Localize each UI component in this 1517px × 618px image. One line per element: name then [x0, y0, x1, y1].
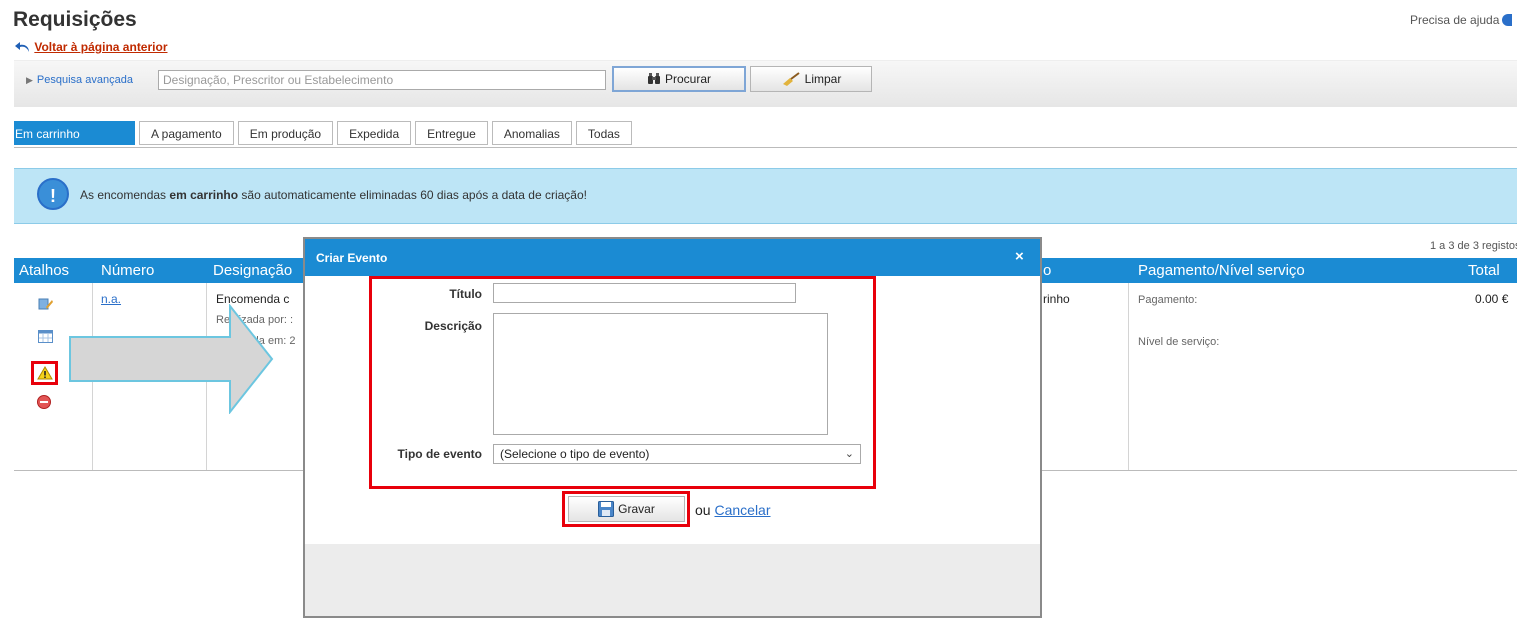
broom-icon: [782, 72, 800, 86]
tab-expedida[interactable]: Expedida: [337, 121, 412, 145]
tab-em-producao[interactable]: Em produção: [237, 121, 334, 145]
dialog-header: [305, 239, 1040, 276]
advanced-search-label[interactable]: Pesquisa avançada: [37, 74, 133, 86]
notice-text-before: As encomendas: [80, 188, 170, 202]
col-total: Total: [1468, 262, 1500, 279]
col-shortcuts: Atalhos: [19, 262, 70, 279]
order-total: 0.00 €: [1475, 292, 1509, 306]
save-button[interactable]: Gravar: [568, 496, 685, 522]
exclamation-icon: !: [37, 178, 69, 210]
description-textarea[interactable]: [493, 313, 828, 435]
search-input[interactable]: Designação, Prescritor ou Estabeleciment…: [158, 70, 606, 90]
col-payment: Pagamento/Nível serviço: [1138, 262, 1305, 279]
help-icon[interactable]: [1502, 14, 1513, 26]
col-state: o: [1043, 262, 1052, 279]
create-event-shortcut-highlight[interactable]: [31, 361, 58, 385]
title-input[interactable]: [493, 283, 796, 303]
advanced-search-toggle[interactable]: ▶ Pesquisa avançada: [26, 74, 133, 86]
close-icon[interactable]: ×: [1015, 248, 1024, 265]
delete-icon[interactable]: [37, 395, 51, 409]
description-label: Descrição: [424, 319, 482, 333]
order-state: rinho: [1043, 292, 1070, 306]
records-count: 1 a 3 de 3 registos: [1430, 240, 1517, 252]
save-button-label: Gravar: [618, 502, 655, 516]
notice-text-bold: em carrinho: [169, 188, 239, 202]
clear-button-label: Limpar: [804, 72, 842, 86]
clear-button[interactable]: Limpar: [750, 66, 872, 92]
or-cancel: ou Cancelar: [695, 502, 771, 518]
tab-divider: [14, 147, 1517, 148]
dialog-title: Criar Evento: [316, 251, 388, 265]
title-label: Título: [449, 287, 482, 301]
edit-icon[interactable]: [38, 297, 54, 311]
back-link-container[interactable]: Voltar à página anterior: [15, 40, 168, 54]
tab-anomalias[interactable]: Anomalias: [491, 121, 572, 145]
event-type-select[interactable]: (Selecione o tipo de evento) ⌄: [493, 444, 861, 464]
warning-icon[interactable]: [37, 366, 53, 380]
cancel-link[interactable]: Cancelar: [714, 502, 770, 518]
table-icon[interactable]: [38, 330, 53, 343]
tab-todas[interactable]: Todas: [575, 121, 632, 145]
binoculars-icon: [647, 73, 660, 84]
back-arrow-icon: [15, 42, 29, 52]
search-button-label: Procurar: [664, 72, 711, 86]
help-text[interactable]: Precisa de ajuda: [1410, 13, 1499, 27]
col-designation: Designação: [213, 262, 293, 279]
annotation-arrow: [69, 304, 274, 414]
event-type-selected: (Selecione o tipo de evento): [500, 447, 650, 461]
service-level-label: Nível de serviço:: [1138, 336, 1220, 348]
event-type-label: Tipo de evento: [397, 447, 482, 461]
expand-triangle-icon: ▶: [26, 75, 33, 85]
or-text: ou: [695, 502, 711, 518]
tab-a-pagamento[interactable]: A pagamento: [139, 121, 234, 145]
page-title: Requisições: [13, 8, 137, 31]
notice-text: As encomendas em carrinho são automatica…: [80, 188, 587, 202]
tab-em-carrinho[interactable]: Em carrinho: [14, 121, 135, 145]
help-link[interactable]: Precisa de ajuda: [1410, 13, 1513, 27]
floppy-disk-icon: [598, 501, 615, 517]
col-number: Número: [101, 262, 155, 279]
col-divider: [1128, 283, 1129, 471]
back-link[interactable]: Voltar à página anterior: [34, 40, 167, 54]
tab-entregue[interactable]: Entregue: [415, 121, 488, 145]
notice-text-after: são automaticamente eliminadas 60 dias a…: [238, 188, 587, 202]
chevron-down-icon: ⌄: [844, 448, 854, 460]
status-tabs: Em carrinho A pagamento Em produção Expe…: [14, 121, 632, 145]
payment-label: Pagamento:: [1138, 294, 1198, 306]
search-button[interactable]: Procurar: [612, 66, 746, 92]
